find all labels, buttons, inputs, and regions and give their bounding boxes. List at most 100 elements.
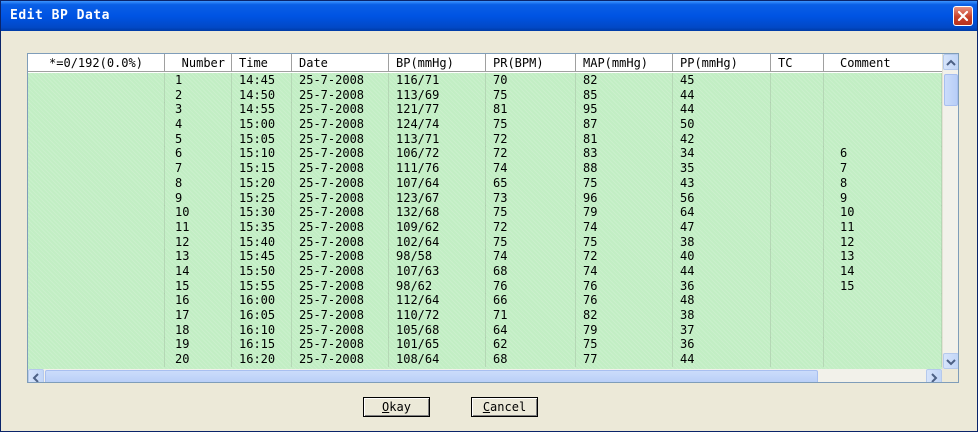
cell-time[interactable]: 14:50: [232, 87, 292, 103]
cell-pp[interactable]: 38: [673, 234, 771, 250]
cell-map[interactable]: 96: [576, 190, 673, 206]
cell-number[interactable]: 17: [165, 308, 232, 323]
cell-time[interactable]: 15:25: [232, 190, 292, 206]
cell-map[interactable]: 75: [576, 337, 673, 353]
cell-map[interactable]: 82: [576, 308, 673, 323]
cell-bp[interactable]: 108/64: [389, 352, 486, 368]
cell-time[interactable]: 16:20: [232, 352, 292, 368]
cell-summary[interactable]: [28, 234, 165, 250]
cell-tc[interactable]: [771, 352, 824, 368]
cell-date[interactable]: 25-7-2008: [292, 263, 389, 279]
cell-pr[interactable]: 64: [486, 322, 576, 338]
column-header-map[interactable]: MAP(mmHg): [576, 54, 673, 72]
horizontal-scroll-thumb[interactable]: [45, 370, 818, 382]
cell-pp[interactable]: 47: [673, 219, 771, 235]
cell-date[interactable]: 25-7-2008: [292, 249, 389, 265]
cell-tc[interactable]: [771, 73, 824, 88]
cell-summary[interactable]: [28, 131, 165, 147]
cell-number[interactable]: 12: [165, 234, 232, 250]
cell-pp[interactable]: 34: [673, 146, 771, 162]
cell-pp[interactable]: 43: [673, 175, 771, 191]
cell-tc[interactable]: [771, 234, 824, 250]
close-button[interactable]: [953, 6, 973, 26]
cell-pr[interactable]: 75: [486, 205, 576, 221]
cell-comment[interactable]: 6: [824, 146, 942, 162]
vertical-scroll-thumb[interactable]: [944, 74, 958, 106]
cell-map[interactable]: 74: [576, 263, 673, 279]
cell-comment[interactable]: 9: [824, 190, 942, 206]
cell-pr[interactable]: 76: [486, 278, 576, 294]
cell-comment[interactable]: 14: [824, 263, 942, 279]
cell-time[interactable]: 16:05: [232, 308, 292, 323]
column-header-summary[interactable]: *=0/192(0.0%): [28, 54, 165, 72]
cell-summary[interactable]: [28, 293, 165, 309]
cell-number[interactable]: 19: [165, 337, 232, 353]
cell-pr[interactable]: 72: [486, 131, 576, 147]
cell-date[interactable]: 25-7-2008: [292, 293, 389, 309]
column-header-comment[interactable]: Comment: [824, 54, 942, 72]
cell-number[interactable]: 20: [165, 352, 232, 368]
cell-comment[interactable]: [824, 117, 942, 133]
column-header-pr[interactable]: PR(BPM): [486, 54, 576, 72]
cell-summary[interactable]: [28, 263, 165, 279]
cell-date[interactable]: 25-7-2008: [292, 146, 389, 162]
cell-date[interactable]: 25-7-2008: [292, 102, 389, 118]
cell-pr[interactable]: 70: [486, 73, 576, 88]
cell-bp[interactable]: 110/72: [389, 308, 486, 323]
cell-pp[interactable]: 45: [673, 73, 771, 88]
cell-pr[interactable]: 68: [486, 352, 576, 368]
cell-number[interactable]: 16: [165, 293, 232, 309]
vertical-scrollbar[interactable]: [942, 54, 958, 369]
cell-comment[interactable]: 7: [824, 161, 942, 177]
cell-comment[interactable]: [824, 102, 942, 118]
cell-tc[interactable]: [771, 205, 824, 221]
cell-bp[interactable]: 113/71: [389, 131, 486, 147]
cell-comment[interactable]: [824, 308, 942, 323]
cell-number[interactable]: 1: [165, 73, 232, 88]
cell-comment[interactable]: [824, 337, 942, 353]
cell-bp[interactable]: 111/76: [389, 161, 486, 177]
column-header-bp[interactable]: BP(mmHg): [389, 54, 486, 72]
cell-bp[interactable]: 109/62: [389, 219, 486, 235]
cell-tc[interactable]: [771, 308, 824, 323]
cell-number[interactable]: 9: [165, 190, 232, 206]
cell-comment[interactable]: 8: [824, 175, 942, 191]
cell-number[interactable]: 2: [165, 87, 232, 103]
cell-pp[interactable]: 37: [673, 322, 771, 338]
cell-tc[interactable]: [771, 131, 824, 147]
cell-bp[interactable]: 112/64: [389, 293, 486, 309]
cell-time[interactable]: 15:35: [232, 219, 292, 235]
cell-summary[interactable]: [28, 219, 165, 235]
cell-bp[interactable]: 121/77: [389, 102, 486, 118]
cell-summary[interactable]: [28, 146, 165, 162]
cell-pr[interactable]: 72: [486, 219, 576, 235]
cell-pr[interactable]: 73: [486, 190, 576, 206]
cell-date[interactable]: 25-7-2008: [292, 308, 389, 323]
table-row[interactable]: 4 15:00 25-7-2008 124/74 75 87 50: [28, 117, 942, 133]
cell-bp[interactable]: 98/62: [389, 278, 486, 294]
cell-date[interactable]: 25-7-2008: [292, 352, 389, 368]
scroll-right-button[interactable]: [926, 369, 942, 382]
cell-map[interactable]: 76: [576, 293, 673, 309]
cell-pr[interactable]: 62: [486, 337, 576, 353]
table-row[interactable]: 9 15:25 25-7-2008 123/67 73 96 56 9: [28, 190, 942, 206]
cell-time[interactable]: 16:15: [232, 337, 292, 353]
cell-date[interactable]: 25-7-2008: [292, 117, 389, 133]
table-row[interactable]: 15 15:55 25-7-2008 98/62 76 76 36 15: [28, 278, 942, 294]
cell-number[interactable]: 13: [165, 249, 232, 265]
cell-number[interactable]: 3: [165, 102, 232, 118]
cell-time[interactable]: 15:20: [232, 175, 292, 191]
cell-number[interactable]: 18: [165, 322, 232, 338]
cell-pp[interactable]: 44: [673, 263, 771, 279]
cell-summary[interactable]: [28, 249, 165, 265]
cell-tc[interactable]: [771, 117, 824, 133]
column-header-date[interactable]: Date: [292, 54, 389, 72]
table-row[interactable]: 2 14:50 25-7-2008 113/69 75 85 44: [28, 87, 942, 103]
table-row[interactable]: 12 15:40 25-7-2008 102/64 75 75 38 12: [28, 234, 942, 250]
cell-number[interactable]: 6: [165, 146, 232, 162]
cell-tc[interactable]: [771, 161, 824, 177]
cell-pp[interactable]: 35: [673, 161, 771, 177]
cell-time[interactable]: 15:30: [232, 205, 292, 221]
cell-pp[interactable]: 44: [673, 352, 771, 368]
table-row[interactable]: 16 16:00 25-7-2008 112/64 66 76 48: [28, 293, 942, 309]
